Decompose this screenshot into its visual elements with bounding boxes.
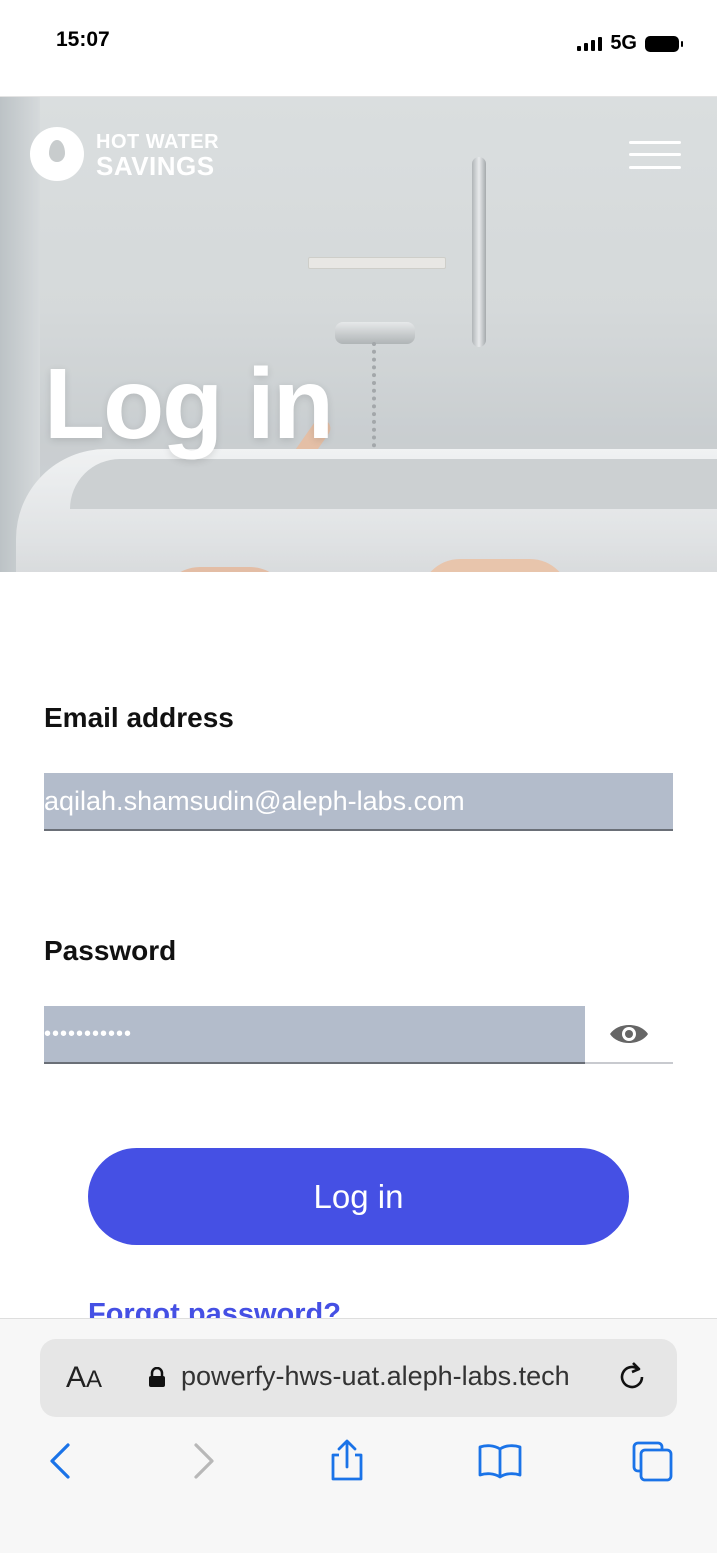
text-size-button[interactable]: AA <box>66 1361 102 1395</box>
eye-icon <box>610 1025 648 1043</box>
status-time: 15:07 <box>56 28 110 51</box>
password-label: Password <box>44 935 177 966</box>
email-label: Email address <box>44 702 234 733</box>
bookmarks-icon[interactable] <box>478 1439 522 1483</box>
network-type: 5G <box>610 32 637 54</box>
hero-banner: HOT WATER SAVINGS Log in <box>0 97 717 572</box>
forward-icon[interactable] <box>180 1439 224 1483</box>
menu-icon[interactable] <box>629 139 681 171</box>
back-icon[interactable] <box>40 1439 84 1483</box>
show-password-toggle[interactable] <box>585 1006 673 1064</box>
address-bar[interactable]: AA powerfy-hws-uat.aleph-labs.tech <box>40 1339 677 1417</box>
url-text: powerfy-hws-uat.aleph-labs.tech <box>181 1361 570 1391</box>
browser-toolbar: AA powerfy-hws-uat.aleph-labs.tech <box>0 1318 717 1553</box>
login-button[interactable]: Log in <box>88 1148 629 1245</box>
signal-icon <box>577 36 603 51</box>
site-logo[interactable]: HOT WATER SAVINGS <box>30 127 219 181</box>
password-field[interactable]: ••••••••••• <box>44 1006 585 1064</box>
text-size-label-big: A <box>66 1361 87 1394</box>
battery-icon <box>645 35 683 52</box>
email-field[interactable]: aqilah.shamsudin@aleph-labs.com <box>44 773 673 831</box>
lock-icon <box>149 1367 165 1387</box>
tabs-icon[interactable] <box>630 1439 674 1483</box>
logo-line-2: SAVINGS <box>96 151 215 181</box>
logo-text: HOT WATER SAVINGS <box>96 130 219 181</box>
share-icon[interactable] <box>325 1439 369 1483</box>
water-drop-icon <box>30 127 84 181</box>
status-bar: 15:07 5G <box>0 0 717 97</box>
page-title: Log in <box>44 348 334 460</box>
text-size-label-small: A <box>86 1366 103 1393</box>
reload-icon[interactable] <box>614 1359 650 1395</box>
status-indicators: 5G <box>577 32 683 55</box>
